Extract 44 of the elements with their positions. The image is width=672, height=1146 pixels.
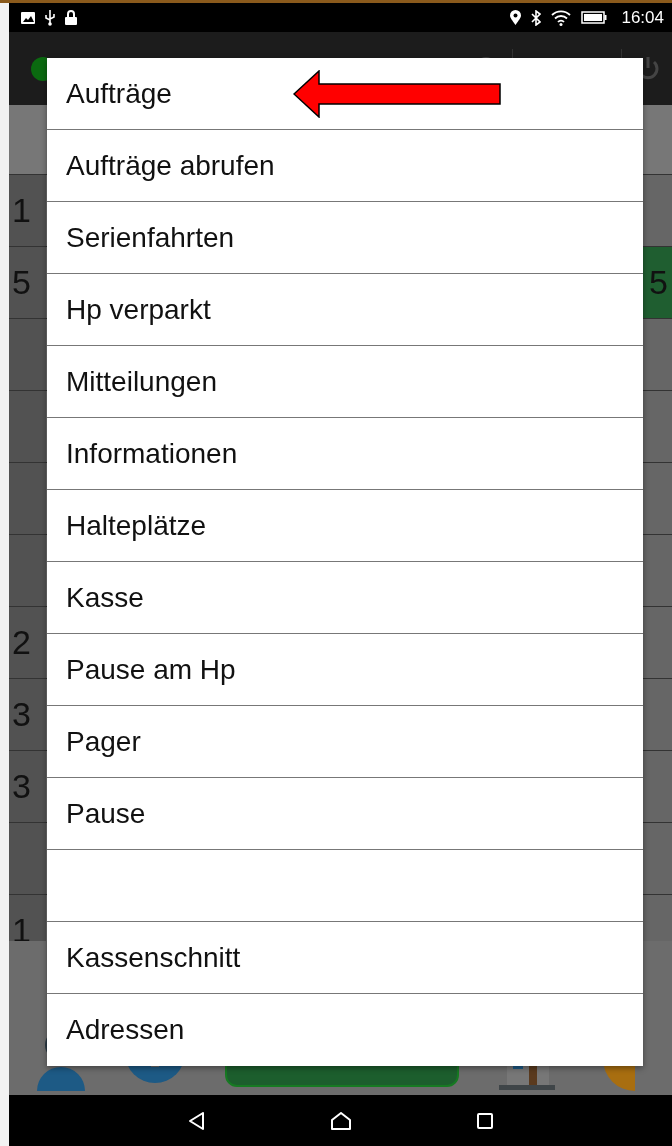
battery-icon (581, 11, 608, 24)
location-icon (510, 10, 522, 25)
back-icon[interactable] (188, 1111, 205, 1130)
menu-item[interactable]: Pause am Hp (47, 634, 643, 706)
table-cell (643, 751, 672, 822)
table-cell (643, 391, 672, 462)
menu-item[interactable]: Kassenschnitt (47, 922, 643, 994)
recents-icon[interactable] (476, 1112, 493, 1129)
table-cell: 5 (9, 247, 46, 318)
clock-time: 16:04 (621, 7, 664, 28)
table-cell (643, 679, 672, 750)
table-cell: 3 (9, 751, 46, 822)
table-cell (643, 463, 672, 534)
menu-item[interactable]: Pause (47, 778, 643, 850)
menu-item[interactable]: Aufträge (47, 58, 643, 130)
table-cell (643, 607, 672, 678)
menu-item[interactable]: Kasse (47, 562, 643, 634)
table-cell (9, 535, 46, 606)
table-cell (643, 175, 672, 246)
table-cell: 2 (9, 607, 46, 678)
table-cell (9, 823, 46, 894)
menu-item[interactable]: Adressen (47, 994, 643, 1066)
table-cell (643, 535, 672, 606)
menu-item[interactable]: Hp verparkt (47, 274, 643, 346)
bluetooth-icon (531, 9, 542, 26)
menu-item[interactable]: Halteplätze (47, 490, 643, 562)
table-cell (9, 391, 46, 462)
table-cell (643, 823, 672, 894)
menu-item[interactable]: Aufträge abrufen (47, 130, 643, 202)
menu-item[interactable]: Informationen (47, 418, 643, 490)
lock-icon (65, 10, 77, 25)
table-cell (643, 319, 672, 390)
usb-icon (45, 9, 55, 26)
menu-item[interactable]: Pager (47, 706, 643, 778)
table-cell (9, 463, 46, 534)
table-cell: 5 (643, 247, 672, 318)
table-cell: 1 (9, 175, 46, 246)
table-cell: 3 (9, 679, 46, 750)
image-icon (21, 11, 35, 24)
table-cell (9, 319, 46, 390)
menu-item[interactable]: Mitteilungen (47, 346, 643, 418)
wifi-icon (551, 9, 572, 26)
menu-item[interactable]: Serienfahrten (47, 202, 643, 274)
home-icon[interactable] (330, 1111, 351, 1130)
